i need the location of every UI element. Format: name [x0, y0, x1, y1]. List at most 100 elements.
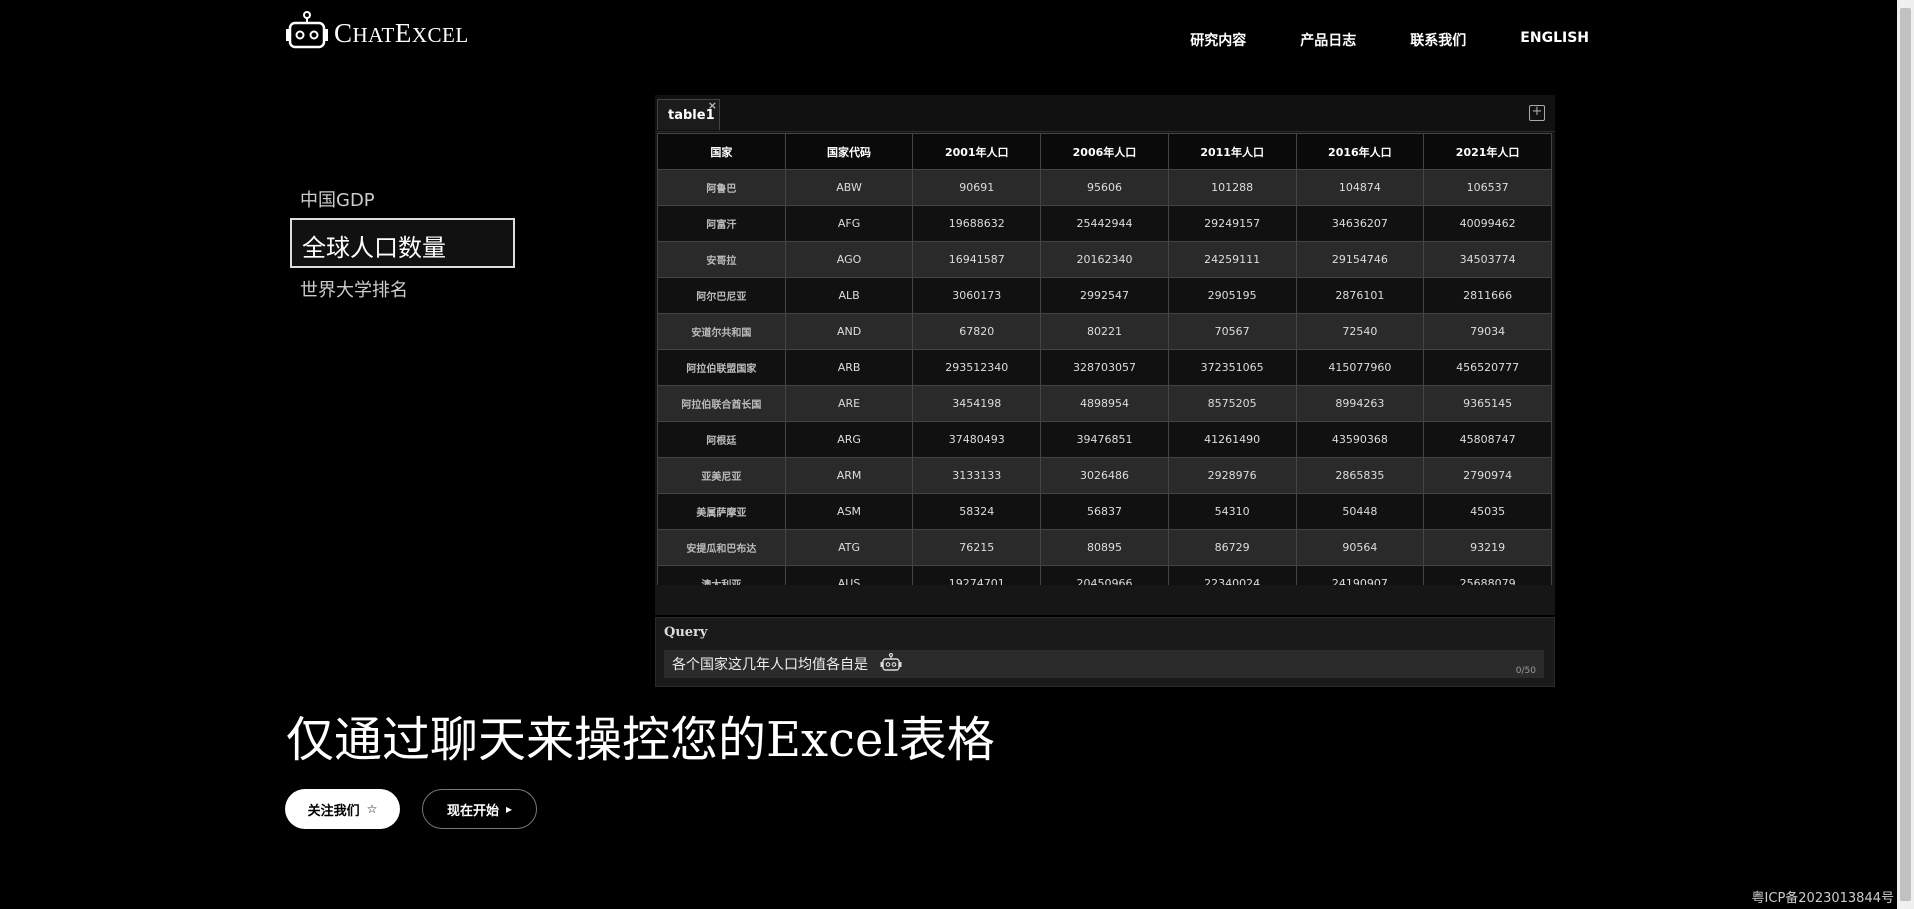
table-cell[interactable]: 86729 — [1167, 529, 1297, 566]
table-cell[interactable]: 40099462 — [1423, 205, 1552, 242]
table-cell[interactable]: AUS — [784, 565, 914, 585]
table-cell[interactable]: 25688079 — [1423, 565, 1552, 585]
table-cell[interactable]: 安提瓜和巴布达 — [657, 529, 786, 566]
table-cell[interactable]: 2876101 — [1295, 277, 1425, 314]
table-cell[interactable]: 24190907 — [1295, 565, 1425, 585]
column-header[interactable]: 2011年人口 — [1167, 133, 1297, 170]
table-cell[interactable]: 8994263 — [1295, 385, 1425, 422]
table-cell[interactable]: 19688632 — [912, 205, 1042, 242]
table-cell[interactable]: 45035 — [1423, 493, 1552, 530]
table-cell[interactable]: 90691 — [912, 169, 1042, 206]
table-cell[interactable]: AGO — [784, 241, 914, 278]
table-cell[interactable]: AND — [784, 313, 914, 350]
column-header[interactable]: 国家 — [657, 133, 786, 170]
column-header[interactable]: 国家代码 — [784, 133, 914, 170]
table-cell[interactable]: 16941587 — [912, 241, 1042, 278]
table-cell[interactable]: 80221 — [1040, 313, 1169, 350]
column-header[interactable]: 2001年人口 — [912, 133, 1042, 170]
table-cell[interactable]: ARM — [784, 457, 914, 494]
table-cell[interactable]: ASM — [784, 493, 914, 530]
table-cell[interactable]: 阿拉伯联盟国家 — [657, 349, 786, 386]
tab-table1[interactable]: table1 × — [657, 99, 720, 130]
table-cell[interactable]: 3026486 — [1040, 457, 1169, 494]
column-header[interactable]: 2021年人口 — [1423, 133, 1552, 170]
table-cell[interactable]: 293512340 — [912, 349, 1042, 386]
add-table-button[interactable]: + — [1529, 105, 1545, 121]
table-cell[interactable]: 2905195 — [1167, 277, 1297, 314]
table-cell[interactable]: 美属萨摩亚 — [657, 493, 786, 530]
table-cell[interactable]: 25442944 — [1040, 205, 1169, 242]
table-cell[interactable]: 9365145 — [1423, 385, 1552, 422]
table-cell[interactable]: 20162340 — [1040, 241, 1169, 278]
nav-item-contact[interactable]: 联系我们 — [1410, 30, 1466, 50]
scrollbar-thumb[interactable] — [1900, 8, 1911, 901]
table-cell[interactable]: 95606 — [1040, 169, 1169, 206]
table-cell[interactable]: 415077960 — [1295, 349, 1425, 386]
table-cell[interactable]: 34503774 — [1423, 241, 1552, 278]
table-cell[interactable]: 2928976 — [1167, 457, 1297, 494]
table-cell[interactable]: 安哥拉 — [657, 241, 786, 278]
start-now-button[interactable]: 现在开始 ▸ — [422, 789, 537, 829]
table-cell[interactable]: 2865835 — [1295, 457, 1425, 494]
menu-item-china-gdp[interactable]: 中国GDP — [290, 180, 515, 216]
table-cell[interactable]: 106537 — [1423, 169, 1552, 206]
table-cell[interactable]: ARE — [784, 385, 914, 422]
table-cell[interactable]: 456520777 — [1423, 349, 1552, 386]
table-cell[interactable]: 50448 — [1295, 493, 1425, 530]
table-cell[interactable]: 43590368 — [1295, 421, 1425, 458]
menu-item-university-ranking[interactable]: 世界大学排名 — [290, 270, 515, 306]
table-cell[interactable]: 39476851 — [1040, 421, 1169, 458]
table-cell[interactable]: 2811666 — [1423, 277, 1552, 314]
nav-item-changelog[interactable]: 产品日志 — [1300, 30, 1356, 50]
robot-icon[interactable] — [868, 652, 902, 675]
table-cell[interactable]: 阿富汗 — [657, 205, 786, 242]
table-cell[interactable]: 22340024 — [1167, 565, 1297, 585]
table-cell[interactable]: 2992547 — [1040, 277, 1169, 314]
table-cell[interactable]: 阿拉伯联合酋长国 — [657, 385, 786, 422]
table-cell[interactable]: 29249157 — [1167, 205, 1297, 242]
table-cell[interactable]: 34636207 — [1295, 205, 1425, 242]
table-cell[interactable]: ARG — [784, 421, 914, 458]
table-cell[interactable]: 4898954 — [1040, 385, 1169, 422]
table-cell[interactable]: 70567 — [1167, 313, 1297, 350]
column-header[interactable]: 2006年人口 — [1040, 133, 1169, 170]
table-cell[interactable]: 阿根廷 — [657, 421, 786, 458]
table-cell[interactable]: 79034 — [1423, 313, 1552, 350]
table-cell[interactable]: 45808747 — [1423, 421, 1552, 458]
table-cell[interactable]: 3454198 — [912, 385, 1042, 422]
table-cell[interactable]: 372351065 — [1167, 349, 1297, 386]
logo[interactable]: CHATEXCEL — [286, 11, 469, 53]
table-cell[interactable]: 90564 — [1295, 529, 1425, 566]
table-cell[interactable]: AFG — [784, 205, 914, 242]
table-cell[interactable]: 24259111 — [1167, 241, 1297, 278]
table-cell[interactable]: 亚美尼亚 — [657, 457, 786, 494]
table-cell[interactable]: 93219 — [1423, 529, 1552, 566]
table-cell[interactable]: 76215 — [912, 529, 1042, 566]
page-scrollbar[interactable] — [1897, 0, 1914, 909]
close-icon[interactable]: × — [708, 90, 717, 121]
table-cell[interactable]: 澳大利亚 — [657, 565, 786, 585]
table-cell[interactable]: 104874 — [1295, 169, 1425, 206]
table-cell[interactable]: 101288 — [1167, 169, 1297, 206]
table-cell[interactable]: 328703057 — [1040, 349, 1169, 386]
table-cell[interactable]: 阿尔巴尼亚 — [657, 277, 786, 314]
column-header[interactable]: 2016年人口 — [1295, 133, 1425, 170]
table-cell[interactable]: 2790974 — [1423, 457, 1552, 494]
table-cell[interactable]: 3060173 — [912, 277, 1042, 314]
table-cell[interactable]: 19274701 — [912, 565, 1042, 585]
query-input[interactable]: 各个国家这几年人口均值各自是 0/50 — [664, 650, 1544, 678]
table-cell[interactable]: 3133133 — [912, 457, 1042, 494]
table-cell[interactable]: 54310 — [1167, 493, 1297, 530]
table-scroll-area[interactable]: 国家 国家代码 2001年人口 2006年人口 2011年人口 2016年人口 2021年人… — [657, 133, 1552, 585]
table-cell[interactable]: 安道尔共和国 — [657, 313, 786, 350]
table-cell[interactable]: 56837 — [1040, 493, 1169, 530]
table-cell[interactable]: 58324 — [912, 493, 1042, 530]
table-cell[interactable]: ALB — [784, 277, 914, 314]
nav-item-research[interactable]: 研究内容 — [1190, 30, 1246, 50]
table-cell[interactable]: 72540 — [1295, 313, 1425, 350]
table-cell[interactable]: ARB — [784, 349, 914, 386]
table-cell[interactable]: 41261490 — [1167, 421, 1297, 458]
table-cell[interactable]: ABW — [784, 169, 914, 206]
table-cell[interactable]: 80895 — [1040, 529, 1169, 566]
table-cell[interactable]: 20450966 — [1040, 565, 1169, 585]
